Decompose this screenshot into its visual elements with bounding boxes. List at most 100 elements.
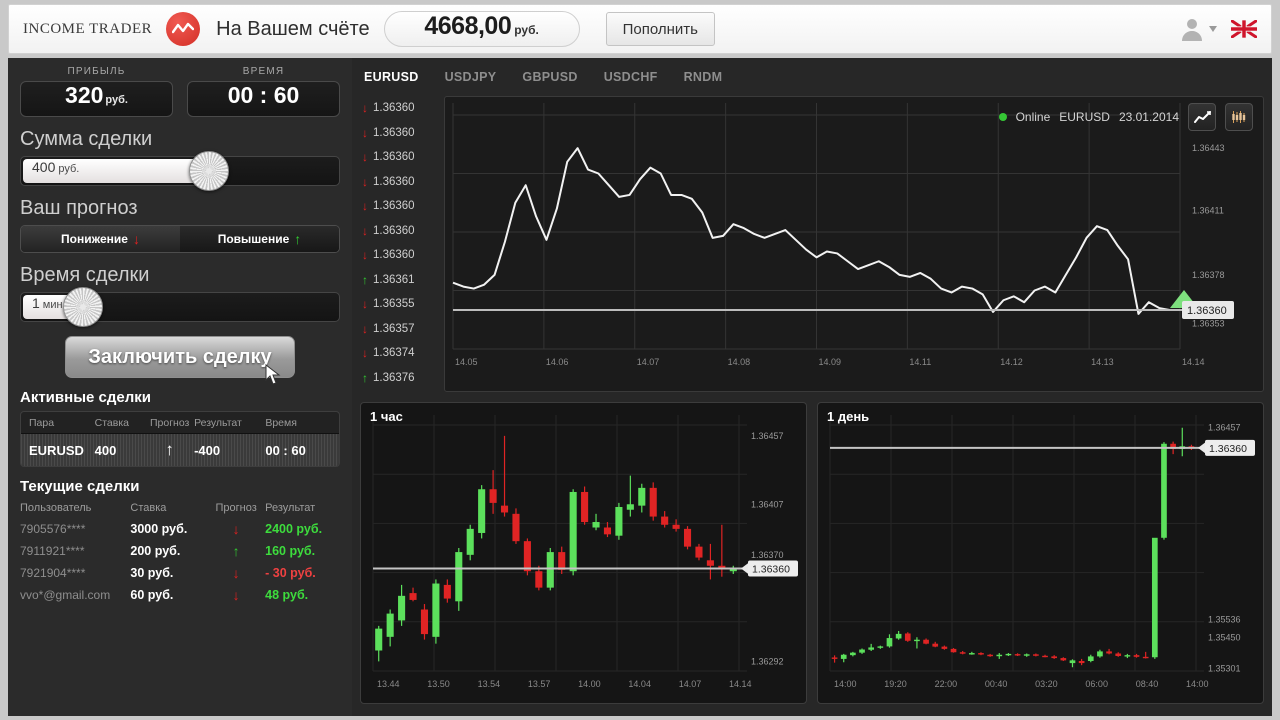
list-item: 7911921**** 200 руб. ↑ 160 руб.: [20, 540, 340, 562]
svg-text:14.13: 14.13: [1091, 357, 1114, 367]
uk-flag-icon[interactable]: [1231, 20, 1257, 38]
hour-chart-panel: 1 час 1.36360 1.36457 1.36407 1.36370 1.3629…: [360, 402, 807, 704]
svg-text:13.44: 13.44: [377, 679, 400, 689]
ladder-price: 1.36357: [373, 322, 415, 335]
svg-text:14.00: 14.00: [578, 679, 601, 689]
hour-candlestick-chart: 1.36360 1.36457 1.36407 1.36370 1.36292 13.44…: [372, 415, 798, 689]
brand-name: INCOME TRADER: [23, 20, 153, 37]
svg-text:1.36411: 1.36411: [1192, 206, 1224, 216]
svg-text:1.36292: 1.36292: [751, 656, 784, 666]
charts-area: EURUSD USDJPY GBPUSD USDCHF RNDM ↓ 1.36360 ↓ 1.…: [352, 58, 1272, 716]
tab-usdchf[interactable]: USDCHF: [604, 70, 658, 84]
line-chart-button[interactable]: [1188, 103, 1216, 131]
duration-slider-knob[interactable]: [63, 287, 103, 327]
amount-title: Сумма сделки: [20, 128, 153, 150]
profit-value: 320: [65, 82, 104, 108]
tab-gbpusd[interactable]: GBPUSD: [522, 70, 577, 84]
trading-app: INCOME TRADER На Вашем счёте 4668,00 руб…: [0, 0, 1280, 720]
cell-user: 7911921****: [20, 544, 85, 558]
current-trades-header: Пользователь Ставка Прогноз Результат: [20, 500, 340, 518]
price-ladder: ↓ 1.36360 ↓ 1.36360 ↓ 1.36360 ↓ 1.36360 ↓ 1.36360…: [362, 96, 444, 390]
cell-result: 48 руб.: [265, 588, 309, 602]
profit-unit: руб.: [105, 94, 128, 106]
duration-slider[interactable]: 1 мин.: [20, 287, 340, 327]
svg-text:00:40: 00:40: [985, 679, 1008, 689]
svg-text:13.50: 13.50: [427, 679, 450, 689]
active-trades-header: Пара Ставка Прогноз Результат Время: [21, 412, 339, 433]
arrow-down-icon: ↓: [362, 199, 368, 214]
main-chart-header: Online EURUSD 23.01.2014: [998, 103, 1253, 131]
svg-text:1.36360: 1.36360: [1187, 305, 1227, 317]
ladder-row: ↓ 1.36360: [362, 170, 444, 195]
col-result: Результат: [194, 417, 242, 429]
svg-text:13.54: 13.54: [478, 679, 501, 689]
duration-value: 1: [32, 295, 40, 311]
amount-slider[interactable]: 400 руб.: [20, 151, 340, 191]
day-chart-title: 1 день: [827, 409, 870, 424]
table-row[interactable]: EURUSD 400 ↑ -400 00 : 60: [21, 433, 339, 466]
profit-caption: ПРИБЫЛЬ: [67, 66, 126, 77]
day-candlestick-chart: 1.36360 1.36457 1.35536 1.35450 1.35301 14:00…: [829, 415, 1255, 689]
tab-usdjpy[interactable]: USDJPY: [445, 70, 497, 84]
cta-wrapper: Заключить сделку: [20, 336, 340, 385]
svg-text:1.36370: 1.36370: [751, 550, 784, 560]
ladder-row: ↓ 1.36360: [362, 219, 444, 244]
ladder-price: 1.36376: [373, 371, 415, 384]
svg-text:14.12: 14.12: [1000, 357, 1023, 367]
line-chart-icon: [1193, 110, 1211, 123]
forecast-down-button[interactable]: Понижение ↓: [21, 226, 180, 252]
cell-result: 160 руб.: [265, 544, 316, 558]
header-right-group: [1179, 16, 1257, 42]
col-result: Результат: [265, 502, 316, 514]
cell-bet: 30 руб.: [130, 566, 174, 580]
tab-eurusd[interactable]: EURUSD: [364, 70, 419, 84]
col-bet: Ставка: [94, 417, 130, 429]
col-forecast: Прогноз: [215, 502, 257, 514]
svg-text:14.07: 14.07: [679, 679, 702, 689]
forecast-up-button[interactable]: Повышение ↑: [180, 226, 339, 252]
user-menu[interactable]: [1179, 16, 1217, 42]
current-trades-table: Пользователь Ставка Прогноз Результат 79…: [20, 500, 340, 606]
arrow-down-icon: ↓: [362, 297, 368, 312]
hour-chart-title: 1 час: [370, 409, 403, 424]
online-status-label: Online: [1015, 110, 1051, 124]
svg-text:14.09: 14.09: [819, 357, 842, 367]
svg-text:14.07: 14.07: [637, 357, 660, 367]
svg-text:22:00: 22:00: [935, 679, 958, 689]
amount-slider-knob[interactable]: [189, 151, 229, 191]
candlestick-chart-icon: [1231, 111, 1245, 123]
duration-title: Время сделки: [20, 264, 150, 286]
ladder-row: ↑ 1.36376: [362, 366, 444, 391]
chart-symbol: EURUSD: [1059, 110, 1110, 124]
svg-text:1.36407: 1.36407: [751, 499, 784, 509]
ladder-price: 1.36360: [373, 126, 415, 139]
svg-text:14.14: 14.14: [729, 679, 752, 689]
ladder-price: 1.36361: [373, 273, 415, 286]
svg-text:13.57: 13.57: [528, 679, 551, 689]
ladder-row: ↓ 1.36360: [362, 194, 444, 219]
list-item: vvo*@gmail.com 60 руб. ↓ 48 руб.: [20, 584, 340, 606]
chart-date: 23.01.2014: [1118, 110, 1179, 124]
ladder-price: 1.36360: [373, 200, 415, 213]
topup-button[interactable]: Пополнить: [605, 12, 715, 46]
arrow-up-icon: ↑: [362, 370, 368, 385]
svg-text:1.35536: 1.35536: [1208, 615, 1241, 625]
ladder-price: 1.36360: [373, 175, 415, 188]
amount-value: 400: [32, 159, 56, 175]
arrow-down-icon: ↓: [362, 150, 368, 165]
col-forecast: Прогноз: [149, 417, 190, 429]
svg-text:14:00: 14:00: [834, 679, 857, 689]
arrow-down-icon: ↓: [232, 521, 240, 537]
profit-box: 320 руб.: [20, 81, 173, 117]
tab-rndm[interactable]: RNDM: [684, 70, 723, 84]
arrow-down-icon: ↓: [362, 125, 368, 140]
svg-text:14.04: 14.04: [628, 679, 651, 689]
col-time: Время: [265, 417, 297, 429]
online-status-icon: [998, 113, 1007, 121]
candlestick-chart-button[interactable]: [1225, 103, 1253, 131]
place-trade-button[interactable]: Заключить сделку: [65, 336, 295, 378]
svg-text:19:20: 19:20: [884, 679, 907, 689]
svg-text:08:40: 08:40: [1136, 679, 1159, 689]
svg-text:1.35450: 1.35450: [1208, 633, 1241, 643]
ladder-price: 1.36360: [373, 249, 415, 262]
